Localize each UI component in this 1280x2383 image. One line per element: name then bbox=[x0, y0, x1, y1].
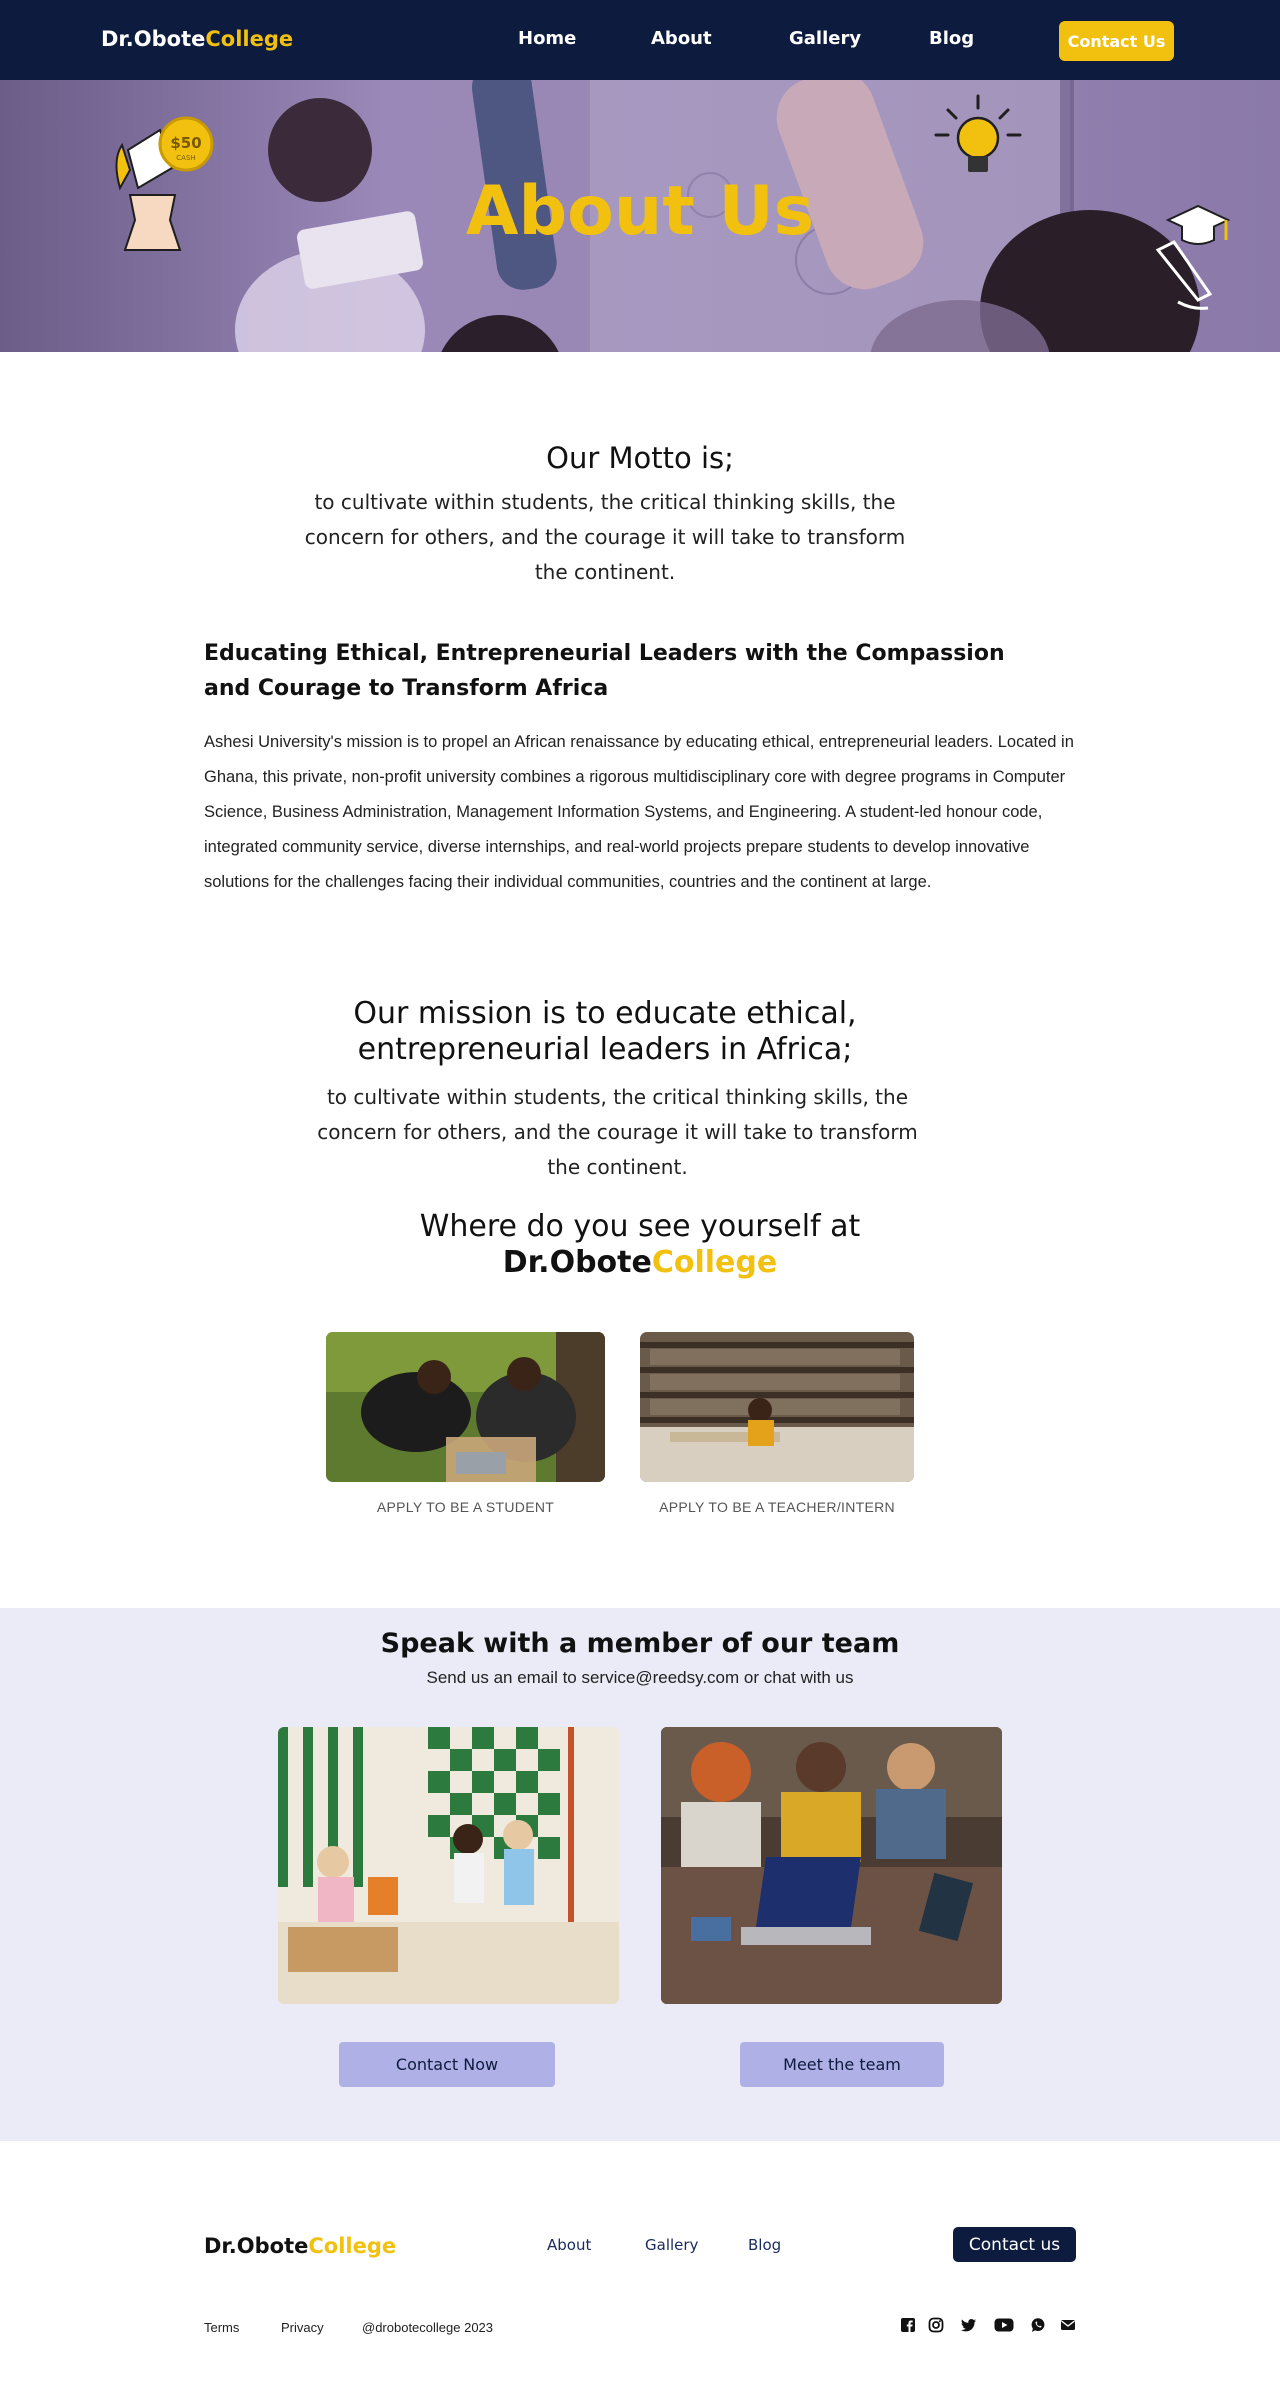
brand-logo-part1: Dr.Obote bbox=[101, 27, 206, 51]
kids-photo bbox=[278, 1727, 619, 2004]
where-brand-part1: Dr.Obote bbox=[502, 1245, 652, 1280]
mission-heading: Our mission is to educate ethical, entre… bbox=[353, 996, 857, 1067]
mission-text: to cultivate within students, the critic… bbox=[317, 1085, 918, 1179]
footer-privacy-link[interactable]: Privacy bbox=[281, 2320, 324, 2335]
where-brand-part2: College bbox=[651, 1245, 778, 1280]
youtube-icon[interactable] bbox=[994, 2317, 1014, 2333]
apply-student-link[interactable]: APPLY TO BE A STUDENT bbox=[326, 1499, 605, 1515]
where-brand: Dr.OboteCollege bbox=[0, 1245, 1280, 1280]
team-heading: Speak with a member of our team bbox=[380, 1628, 900, 1659]
footer-brand-part1: Dr.Obote bbox=[204, 2234, 309, 2258]
nav-link-gallery[interactable]: Gallery bbox=[789, 28, 861, 49]
hero-banner: $50 CASH About Us bbox=[0, 80, 1280, 352]
footer-brand-part2: College bbox=[308, 2234, 397, 2258]
library-photo bbox=[640, 1332, 914, 1482]
footer-terms-link[interactable]: Terms bbox=[204, 2320, 239, 2335]
nav-link-blog[interactable]: Blog bbox=[929, 28, 974, 49]
footer-link-about[interactable]: About bbox=[547, 2236, 591, 2254]
team-photo-students bbox=[661, 1727, 1002, 2004]
page-title: About Us bbox=[465, 172, 815, 251]
motto-heading: Our Motto is; bbox=[546, 441, 734, 475]
footer-contact-button[interactable]: Contact us bbox=[953, 2227, 1076, 2262]
team-section: Speak with a member of our team Send us … bbox=[0, 1608, 1280, 2141]
apply-student-card[interactable] bbox=[326, 1332, 605, 1482]
footer-link-gallery[interactable]: Gallery bbox=[645, 2236, 698, 2254]
badge-amount: $50 bbox=[170, 134, 201, 152]
apply-teacher-link[interactable]: APPLY TO BE A TEACHER/INTERN bbox=[640, 1499, 914, 1515]
top-navbar: Dr.OboteCollege Home About Gallery Blog … bbox=[0, 0, 1280, 80]
motto-text: to cultivate within students, the critic… bbox=[304, 490, 906, 584]
footer-copyright: @drobotecollege 2023 bbox=[362, 2320, 494, 2335]
students-laptop-photo bbox=[661, 1727, 1002, 2004]
nav-link-about[interactable]: About bbox=[651, 28, 712, 49]
where-heading: Where do you see yourself at bbox=[419, 1209, 861, 1244]
brand-logo[interactable]: Dr.OboteCollege bbox=[101, 27, 293, 51]
education-heading: Educating Ethical, Entrepreneurial Leade… bbox=[204, 641, 1005, 701]
footer-brand-logo[interactable]: Dr.OboteCollege bbox=[204, 2234, 396, 2258]
meet-team-button[interactable]: Meet the team bbox=[740, 2042, 944, 2087]
whatsapp-icon[interactable] bbox=[1030, 2317, 1046, 2333]
team-subtitle: Send us an email to service@reedsy.com o… bbox=[426, 1668, 854, 1687]
contact-us-button[interactable]: Contact Us bbox=[1059, 21, 1174, 61]
brand-logo-part2: College bbox=[205, 27, 294, 51]
twitter-icon[interactable] bbox=[961, 2317, 977, 2333]
team-photo-kids bbox=[278, 1727, 619, 2004]
facebook-icon[interactable] bbox=[900, 2317, 916, 2333]
badge-caption: CASH bbox=[176, 154, 195, 162]
footer-link-blog[interactable]: Blog bbox=[748, 2236, 781, 2254]
contact-now-button[interactable]: Contact Now bbox=[339, 2042, 555, 2087]
education-paragraph: Ashesi University's mission is to propel… bbox=[204, 733, 1074, 891]
students-photo bbox=[326, 1332, 605, 1482]
nav-link-home[interactable]: Home bbox=[518, 28, 576, 49]
apply-teacher-card[interactable] bbox=[640, 1332, 914, 1482]
instagram-icon[interactable] bbox=[928, 2317, 944, 2333]
mail-icon[interactable] bbox=[1060, 2317, 1076, 2333]
